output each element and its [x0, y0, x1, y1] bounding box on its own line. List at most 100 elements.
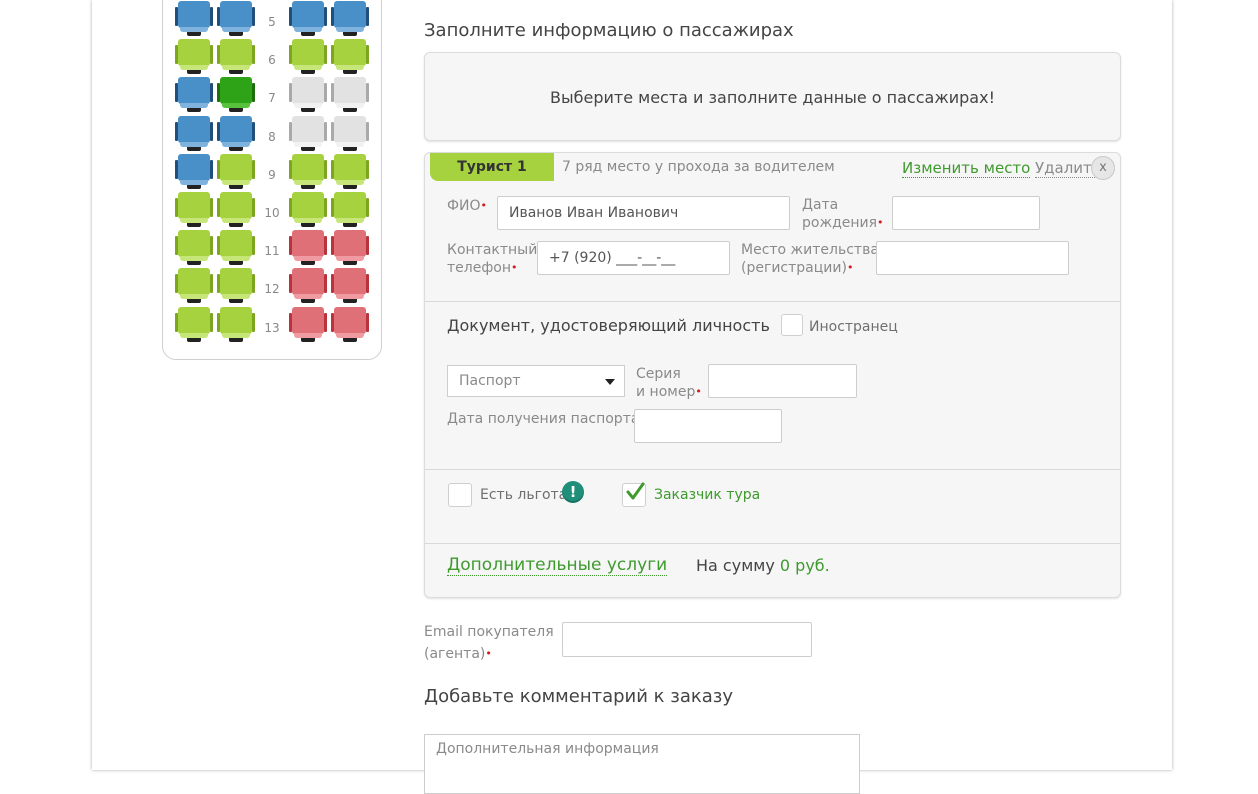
seat-back: [178, 192, 210, 219]
seat-back: [178, 306, 210, 334]
seat[interactable]: [217, 306, 255, 343]
seat-arm: [175, 121, 178, 141]
seat-arm: [331, 312, 334, 332]
seat-arm: [289, 274, 292, 294]
seat-back: [178, 39, 210, 67]
seat[interactable]: [175, 306, 213, 343]
seat-back: [334, 77, 366, 105]
seat-back: [334, 230, 366, 258]
seat-leg: [343, 70, 357, 75]
seat-arm: [366, 198, 369, 217]
seat-arm: [289, 45, 292, 65]
passenger-tab[interactable]: Турист 1: [430, 153, 554, 181]
seat-leg: [343, 108, 357, 113]
seat-arm: [331, 274, 334, 294]
seat-leg: [301, 108, 315, 113]
seat[interactable]: [217, 39, 255, 75]
email-input[interactable]: [562, 622, 812, 657]
series-number-input[interactable]: [708, 364, 857, 398]
seat-back: [292, 153, 324, 181]
seat: [175, 1, 213, 37]
additional-services-link[interactable]: Дополнительные услуги: [447, 555, 668, 576]
seat-arm: [175, 45, 178, 65]
seat: [175, 77, 213, 113]
comment-title: Добавьте комментарий к заказу: [424, 686, 733, 707]
document-type-select[interactable]: Паспорт: [447, 365, 625, 397]
seat-arm: [252, 312, 255, 332]
change-seat-link[interactable]: Изменить место: [902, 159, 1031, 178]
seat-leg: [343, 261, 357, 266]
bus-seat-map: 5 6 7 8 9 10 11 12 13: [162, 0, 382, 360]
seat-arm: [210, 45, 213, 65]
seat[interactable]: [331, 153, 369, 190]
seat-leg: [187, 32, 201, 36]
seat[interactable]: [175, 39, 213, 75]
seat-row: 8: [163, 115, 381, 152]
benefit-checkbox[interactable]: [448, 483, 472, 507]
seat-row: 10: [163, 192, 381, 228]
seat-leg: [229, 337, 243, 342]
seat[interactable]: [175, 230, 213, 266]
foreigner-checkbox[interactable]: [781, 314, 803, 336]
seat[interactable]: [289, 192, 327, 228]
seat: [289, 306, 327, 343]
seat[interactable]: [217, 153, 255, 190]
chevron-down-icon: [605, 379, 615, 385]
seat-arm: [331, 7, 334, 26]
seat-row: 5: [163, 1, 381, 37]
seat[interactable]: [289, 153, 327, 190]
fio-input[interactable]: Иванов Иван Иванович: [497, 196, 790, 230]
sum-value: 0 руб.: [779, 556, 830, 575]
close-icon[interactable]: x: [1091, 156, 1115, 180]
phone-input[interactable]: +7 (920) ___-__-__: [537, 241, 730, 275]
row-number: 6: [268, 53, 276, 68]
seat-back: [178, 230, 210, 258]
seat[interactable]: [217, 230, 255, 266]
seat-arm: [175, 159, 178, 179]
phone-label: Контактный телефон•: [447, 241, 537, 277]
seat-arm: [331, 159, 334, 179]
seat-arm: [289, 83, 292, 103]
seat[interactable]: [217, 268, 255, 304]
dob-label-line1: Дата: [802, 197, 839, 213]
residence-input[interactable]: [876, 241, 1069, 275]
seat-back: [220, 306, 252, 334]
residence-label-line1: Место жительства: [741, 242, 879, 258]
seat-arm: [331, 83, 334, 103]
seat-front: [336, 332, 364, 338]
seat[interactable]: [217, 192, 255, 228]
seat-back: [292, 306, 324, 334]
seat-arm: [324, 7, 327, 26]
info-icon[interactable]: !: [562, 481, 584, 503]
issue-date-input[interactable]: [634, 409, 782, 443]
seat[interactable]: [175, 192, 213, 228]
customer-checkbox[interactable]: [622, 482, 646, 507]
seat-front: [294, 141, 322, 147]
seat-back: [334, 192, 366, 219]
seat-leg: [187, 261, 201, 266]
seat[interactable]: [289, 39, 327, 75]
seat-arm: [366, 236, 369, 256]
fio-label: ФИО•: [447, 197, 487, 215]
seat-back: [292, 77, 324, 105]
seat-arm: [252, 83, 255, 103]
seat[interactable]: [331, 192, 369, 228]
seat: [217, 115, 255, 152]
dob-input[interactable]: [892, 196, 1040, 230]
divider: [425, 469, 1120, 470]
seat-back: [220, 1, 252, 28]
seat-arm: [252, 7, 255, 26]
seat: [289, 115, 327, 152]
seat-row: 13: [163, 306, 381, 343]
issue-date-label: Дата получения паспорта: [447, 411, 640, 427]
seat[interactable]: [331, 39, 369, 75]
seat: [289, 1, 327, 37]
seat-arm: [289, 7, 292, 26]
seat[interactable]: [175, 268, 213, 304]
seat-arm: [175, 274, 178, 294]
seat-back: [334, 268, 366, 296]
seat-arm: [289, 159, 292, 179]
comment-textarea[interactable]: Дополнительная информация: [424, 734, 860, 794]
seat-arm: [252, 45, 255, 65]
document-title: Документ, удостоверяющий личность: [447, 316, 770, 335]
